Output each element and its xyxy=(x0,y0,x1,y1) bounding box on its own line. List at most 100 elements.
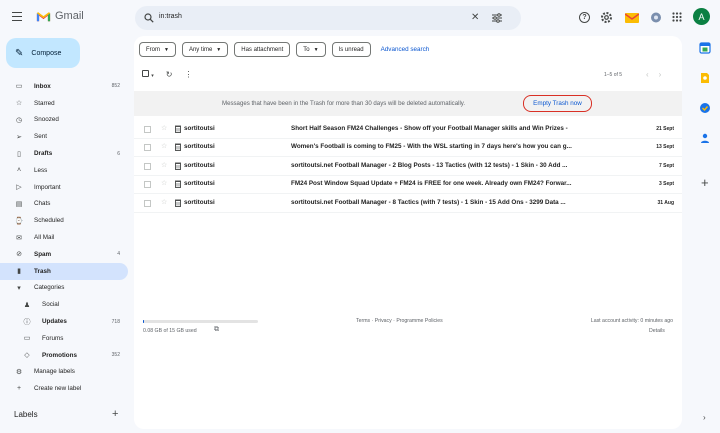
help-icon[interactable]: ? xyxy=(579,12,590,23)
gmail-m-icon xyxy=(36,11,51,21)
spam-icon: ⊘ xyxy=(16,251,22,259)
app-name: Gmail xyxy=(55,10,84,22)
search-options-icon[interactable] xyxy=(491,12,503,24)
next-page-icon[interactable]: › xyxy=(659,70,672,79)
sidebar-item-manage-labels[interactable]: ⚙ Manage labels xyxy=(0,364,128,381)
settings-gear-icon[interactable] xyxy=(600,11,613,24)
search-input[interactable]: in:trash xyxy=(159,13,182,20)
message-date: 7 Sept xyxy=(658,162,674,169)
calendar-icon[interactable] xyxy=(699,42,711,54)
sidebar-item-all-mail[interactable]: ✉ All Mail xyxy=(0,229,128,246)
chevron-down-icon: ▼ xyxy=(164,46,169,53)
chip-to[interactable]: To ▼ xyxy=(296,42,326,57)
gemini-icon[interactable] xyxy=(650,11,662,24)
apps-grid-icon[interactable] xyxy=(672,12,682,22)
star-icon[interactable]: ☆ xyxy=(161,179,167,187)
contacts-icon[interactable] xyxy=(699,132,711,144)
message-sender: sortitoutsi xyxy=(184,180,215,188)
row-checkbox[interactable] xyxy=(144,126,151,133)
trash-banner-text: Messages that have been in the Trash for… xyxy=(222,100,466,107)
message-date: 3 Sept xyxy=(658,181,674,188)
account-avatar[interactable]: A xyxy=(693,8,710,25)
storage-text: 0.08 GB of 15 GB used xyxy=(143,328,197,334)
sidebar-item-promotions[interactable]: ◇ Promotions 352 xyxy=(0,347,128,364)
sidebar-item-inbox[interactable]: ▭ Inbox 852 xyxy=(0,78,128,95)
sidebar-item-drafts[interactable]: ▯ Drafts 6 xyxy=(0,145,128,162)
sidebar-item-categories[interactable]: ▾ Categories xyxy=(0,280,128,297)
star-icon[interactable]: ☆ xyxy=(161,198,167,206)
prev-page-icon[interactable]: ‹ xyxy=(646,70,659,79)
advanced-search-link[interactable]: Advanced search xyxy=(381,46,430,53)
star-icon[interactable]: ☆ xyxy=(161,161,167,169)
gmail-extension-icon[interactable] xyxy=(625,11,639,23)
add-label-icon[interactable]: + xyxy=(112,408,118,420)
message-row[interactable]: ☆ sortitoutsi FM24 Post Window Squad Updat… xyxy=(134,175,682,195)
sidebar-item-snoozed[interactable]: ◷ Snoozed xyxy=(0,112,128,129)
sidebar-item-updates[interactable]: ⓘ Updates 718 xyxy=(0,313,128,330)
message-subject: sortitoutsi.net Football Manager - 2 Blo… xyxy=(291,161,568,169)
message-row[interactable]: ☆ sortitoutsi sortitoutsi.net Football Man… xyxy=(134,194,682,213)
sidebar-item-social[interactable]: ♟ Social xyxy=(0,296,128,313)
gmail-logo[interactable]: Gmail xyxy=(36,10,84,22)
chip-from[interactable]: From ▼ xyxy=(139,42,176,57)
chevron-right-icon[interactable]: › xyxy=(703,413,706,422)
trash-icon xyxy=(175,125,181,133)
sidebar-item-less[interactable]: ˄ Less xyxy=(0,162,128,179)
all-mail-icon: ✉ xyxy=(16,234,22,242)
details-link[interactable]: Details xyxy=(649,328,665,334)
sidebar-item-create-new-label[interactable]: + Create new label xyxy=(0,380,128,397)
plus-icon: + xyxy=(16,385,22,393)
sidebar-item-count: 4 xyxy=(117,251,120,258)
sidebar-item-count: 718 xyxy=(111,318,120,325)
trash-icon xyxy=(175,143,181,152)
sidebar-item-starred[interactable]: ☆ Starred xyxy=(0,95,128,112)
chevron-up-icon: ˄ xyxy=(16,166,22,174)
row-checkbox[interactable] xyxy=(144,162,151,170)
row-checkbox[interactable] xyxy=(144,144,151,152)
search-bar[interactable]: in:trash ✕ xyxy=(135,6,521,30)
tasks-icon[interactable] xyxy=(699,102,711,114)
message-row[interactable]: ☆ sortitoutsi Short Half Season FM24 Chall… xyxy=(134,120,682,139)
clear-search-icon[interactable]: ✕ xyxy=(471,13,479,23)
sidebar-item-scheduled[interactable]: ⌚ Scheduled xyxy=(0,212,128,229)
chat-icon: ▤ xyxy=(15,200,23,208)
sidebar-item-label: All Mail xyxy=(34,234,55,242)
compose-button[interactable]: ✎ Compose xyxy=(6,38,80,68)
sidebar-item-label: Important xyxy=(34,183,61,191)
sidebar-item-forums[interactable]: ▭ Forums xyxy=(0,330,128,347)
tag-icon: ◇ xyxy=(24,352,30,360)
open-storage-icon[interactable]: ⧉ xyxy=(214,326,219,334)
chevron-down-icon[interactable]: ▾ xyxy=(151,73,154,79)
row-checkbox[interactable] xyxy=(144,181,151,189)
last-activity-text: Last account activity: 0 minutes ago xyxy=(590,318,673,324)
refresh-icon[interactable]: ↻ xyxy=(166,70,173,79)
select-all-checkbox[interactable]: ▾ xyxy=(142,70,154,79)
sidebar-item-label: Create new label xyxy=(34,385,82,393)
trash-banner: Messages that have been in the Trash for… xyxy=(134,91,682,116)
sidebar-item-label: Promotions xyxy=(42,351,77,359)
chip-has-attachment[interactable]: Has attachment xyxy=(234,42,291,57)
row-checkbox[interactable] xyxy=(144,199,151,207)
star-icon[interactable]: ☆ xyxy=(161,124,167,132)
main-menu-icon[interactable] xyxy=(12,12,22,21)
sidebar-item-trash[interactable]: ▮ Trash xyxy=(0,262,128,280)
sidebar-item-chats[interactable]: ▤ Chats xyxy=(0,196,128,213)
list-toolbar: ▾ ↻ ⋮ xyxy=(142,70,192,79)
more-options-icon[interactable]: ⋮ xyxy=(184,70,192,79)
sidebar-item-important[interactable]: ▷ Important xyxy=(0,179,128,196)
pagination-arrows[interactable]: ‹› xyxy=(646,70,671,79)
star-icon[interactable]: ☆ xyxy=(161,142,167,150)
empty-trash-button[interactable]: Empty Trash now xyxy=(523,95,592,112)
sidebar-item-label: Inbox xyxy=(34,82,51,90)
sidebar-item-sent[interactable]: ➢ Sent xyxy=(0,128,128,145)
sidebar-item-spam[interactable]: ⊘ Spam 4 xyxy=(0,246,128,263)
keep-icon[interactable] xyxy=(699,72,711,84)
footer-links[interactable]: Terms · Privacy · Programme Policies xyxy=(356,318,443,324)
chip-is-unread[interactable]: Is unread xyxy=(331,42,371,57)
chevron-down-icon: ▼ xyxy=(313,46,319,53)
search-icon[interactable] xyxy=(144,13,154,23)
message-row[interactable]: ☆ sortitoutsi sortitoutsi.net Football Man… xyxy=(134,157,682,176)
chip-any-time[interactable]: Any time ▼ xyxy=(181,42,229,57)
message-row[interactable]: ☆ sortitoutsi Women's Football is coming t… xyxy=(134,138,682,158)
add-addon-icon[interactable]: + xyxy=(701,176,709,189)
